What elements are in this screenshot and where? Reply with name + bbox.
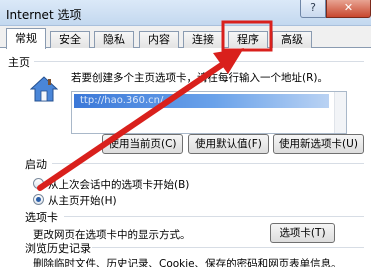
tab-programs[interactable]: 程序 bbox=[228, 31, 268, 48]
startup-last-session-label: 从上次会话中的选项卡开始(B) bbox=[48, 179, 190, 191]
section-divider bbox=[34, 61, 364, 62]
startup-homepage-radio[interactable] bbox=[33, 194, 44, 205]
history-section-label: 浏览历史记录 bbox=[25, 242, 91, 255]
section-divider bbox=[52, 163, 364, 164]
tab-general[interactable]: 常规 bbox=[6, 28, 46, 49]
tab-content[interactable]: 内容 bbox=[139, 31, 179, 48]
section-divider bbox=[64, 216, 364, 217]
window-title: Internet 选项 bbox=[6, 8, 82, 22]
tab-strip: 常规 安全 隐私 内容 连接 程序 高级 bbox=[0, 26, 371, 49]
tab-privacy[interactable]: 隐私 bbox=[94, 31, 134, 48]
tabs-settings-button[interactable]: 选项卡(T) bbox=[270, 223, 335, 243]
use-current-button[interactable]: 使用当前页(C) bbox=[102, 134, 183, 154]
homepage-section-label: 主页 bbox=[8, 56, 30, 69]
close-icon: ✕ bbox=[343, 1, 354, 14]
textarea-scrollbar[interactable] bbox=[334, 92, 346, 133]
use-new-tab-button[interactable]: 使用新选项卡(U) bbox=[273, 134, 364, 154]
startup-section-label: 启动 bbox=[25, 158, 47, 171]
history-description: 删除临时文件、历史记录、Cookie、保存的密码和网页表单信息。 bbox=[33, 258, 342, 267]
help-button[interactable]: ? bbox=[300, 0, 326, 18]
use-default-button[interactable]: 使用默认值(F) bbox=[188, 134, 269, 154]
tab-connections[interactable]: 连接 bbox=[183, 31, 223, 48]
startup-last-session-radio[interactable] bbox=[33, 178, 44, 189]
tab-advanced[interactable]: 高级 bbox=[272, 31, 312, 48]
help-icon: ? bbox=[310, 1, 316, 14]
home-icon bbox=[30, 76, 58, 102]
general-panel: 主页 若要创建多个主页选项卡，请在每行输入一个地址(R)。 ttp://hao.… bbox=[0, 48, 371, 267]
homepage-instruction: 若要创建多个主页选项卡，请在每行输入一个地址(R)。 bbox=[71, 72, 328, 84]
tabs-section-label: 选项卡 bbox=[25, 211, 58, 224]
tab-security[interactable]: 安全 bbox=[50, 31, 90, 48]
homepage-url-selection: ttp://hao.360.cn/ bbox=[74, 94, 329, 108]
section-divider bbox=[92, 247, 364, 248]
close-button[interactable]: ✕ bbox=[326, 0, 371, 18]
title-bar: Internet 选项 ? ✕ bbox=[0, 0, 371, 26]
homepage-url-textarea[interactable]: ttp://hao.360.cn/ bbox=[71, 91, 347, 134]
startup-homepage-label: 从主页开始(H) bbox=[48, 195, 117, 207]
